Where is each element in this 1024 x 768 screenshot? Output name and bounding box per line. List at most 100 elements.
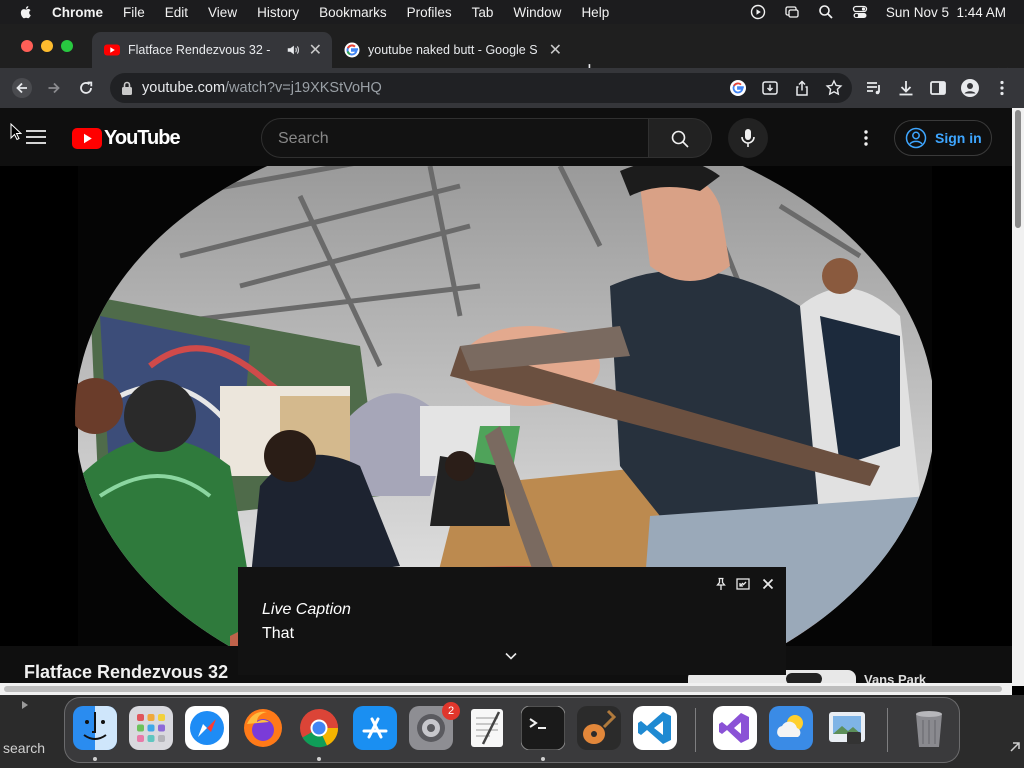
live-caption-bubble: Live Caption That — [238, 567, 786, 675]
dock-separator — [695, 708, 696, 752]
dock-garageband[interactable] — [577, 706, 621, 750]
search-input[interactable]: Search — [261, 118, 649, 158]
share-icon[interactable] — [793, 79, 811, 97]
hamburger-menu-icon[interactable] — [26, 130, 46, 144]
account-circle-icon — [905, 127, 927, 149]
window-zoom-button[interactable] — [61, 40, 73, 52]
horizontal-scrollbar[interactable] — [0, 683, 1012, 695]
downloads-icon[interactable] — [896, 78, 916, 98]
apple-icon[interactable] — [18, 4, 34, 20]
menu-view[interactable]: View — [208, 5, 237, 20]
launchpad-icon — [129, 706, 173, 750]
visual-studio-icon — [713, 706, 757, 750]
dock-chrome[interactable] — [297, 706, 341, 750]
youtube-wordmark: YouTube — [104, 127, 181, 149]
trash-icon — [916, 711, 942, 747]
lock-icon[interactable] — [120, 80, 134, 96]
back-arrow-icon[interactable] — [12, 78, 32, 98]
install-app-icon[interactable] — [761, 79, 779, 97]
close-icon[interactable] — [761, 577, 775, 591]
dock-weather[interactable] — [769, 706, 813, 750]
dock-launchpad[interactable] — [129, 706, 173, 750]
search-placeholder: Search — [278, 130, 329, 147]
suggested-video-title[interactable]: Vans Park — [864, 672, 926, 683]
vertical-scrollbar[interactable] — [1012, 108, 1024, 686]
running-indicator — [317, 757, 321, 761]
menu-history[interactable]: History — [257, 5, 299, 20]
chrome-icon — [300, 709, 339, 748]
app-store-icon — [353, 706, 397, 750]
control-center-icon[interactable] — [852, 4, 868, 20]
collapse-expand-icon[interactable] — [736, 577, 750, 591]
chevron-down-icon[interactable] — [504, 651, 518, 661]
dock-visual-studio[interactable] — [713, 706, 757, 750]
menu-help[interactable]: Help — [581, 5, 609, 20]
notification-badge: 2 — [442, 702, 460, 720]
dock-vscode[interactable] — [633, 706, 677, 750]
finder-icon — [73, 706, 117, 750]
preview-icon — [829, 712, 865, 744]
menubar-clock[interactable]: Sun Nov 5 1:44 AM — [886, 5, 1006, 20]
window-close-button[interactable] — [21, 40, 33, 52]
bookmark-star-icon[interactable] — [825, 79, 843, 97]
microphone-icon — [741, 129, 755, 147]
thumbnail-shape — [786, 673, 822, 683]
spotlight-search-icon[interactable] — [818, 4, 834, 20]
dock-app-store[interactable] — [353, 706, 397, 750]
menubar: Chrome File Edit View History Bookmarks … — [0, 0, 1024, 24]
sign-in-button[interactable]: Sign in — [894, 120, 992, 156]
url-path: /watch?v=j19XKStVoHQ — [225, 80, 382, 96]
youtube-masthead: YouTube Search Sign in — [0, 108, 1012, 166]
dock-preview[interactable] — [825, 706, 869, 750]
tab-title: Flatface Rendezvous 32 - — [128, 43, 271, 57]
media-queue-icon[interactable] — [864, 78, 884, 98]
menu-window[interactable]: Window — [513, 5, 561, 20]
dock-terminal[interactable] — [520, 705, 566, 751]
tab-youtube-video[interactable]: Flatface Rendezvous 32 - ✕ — [92, 32, 332, 68]
menu-edit[interactable]: Edit — [165, 5, 188, 20]
tab-audio-icon[interactable] — [286, 43, 300, 57]
garageband-guitar-icon — [577, 706, 621, 750]
youtube-favicon-icon — [104, 44, 120, 56]
menu-file[interactable]: File — [123, 5, 145, 20]
youtube-logo[interactable]: YouTube — [72, 127, 181, 150]
voice-search-button[interactable] — [728, 118, 768, 158]
more-options-icon[interactable] — [858, 128, 874, 148]
menu-tab[interactable]: Tab — [472, 5, 494, 20]
dock: 2 — [64, 697, 960, 763]
mouse-cursor-icon — [10, 123, 22, 141]
dock-textedit[interactable] — [465, 706, 509, 750]
address-url: youtube.com/watch?v=j19XKStVoHQ — [142, 80, 382, 96]
address-bar[interactable]: youtube.com/watch?v=j19XKStVoHQ — [110, 73, 852, 103]
menu-bookmarks[interactable]: Bookmarks — [319, 5, 387, 20]
media-play-icon[interactable] — [750, 4, 766, 20]
menu-app-name[interactable]: Chrome — [52, 5, 103, 20]
live-caption-title: Live Caption — [262, 601, 351, 618]
tab-google-search[interactable]: youtube naked butt - Google S ✕ — [332, 32, 572, 68]
forward-arrow-icon[interactable] — [44, 78, 64, 98]
dock-separator — [887, 708, 888, 752]
google-lens-icon[interactable] — [729, 79, 747, 97]
chrome-menu-icon[interactable] — [992, 78, 1012, 98]
screen-mirroring-icon[interactable] — [784, 4, 800, 20]
reload-icon[interactable] — [76, 78, 96, 98]
dock-safari[interactable] — [185, 706, 229, 750]
pin-icon[interactable] — [714, 577, 728, 591]
arrow-up-right-icon — [1010, 742, 1020, 752]
tab-close-icon[interactable]: ✕ — [549, 40, 562, 60]
url-host: youtube.com — [142, 80, 226, 96]
scrollbar-thumb[interactable] — [4, 686, 1002, 692]
menu-profiles[interactable]: Profiles — [407, 5, 452, 20]
dock-trash[interactable] — [907, 706, 951, 750]
tab-title: youtube naked butt - Google S — [368, 43, 538, 57]
vscode-icon — [633, 706, 677, 750]
search-button[interactable] — [648, 118, 712, 158]
profile-avatar-icon[interactable] — [960, 78, 980, 98]
window-minimize-button[interactable] — [41, 40, 53, 52]
scrollbar-thumb[interactable] — [1015, 110, 1021, 228]
dock-finder[interactable] — [73, 706, 117, 750]
side-panel-icon[interactable] — [928, 78, 948, 98]
dock-firefox[interactable] — [241, 706, 285, 750]
terminal-icon — [520, 705, 566, 751]
tab-close-icon[interactable]: ✕ — [309, 40, 322, 60]
